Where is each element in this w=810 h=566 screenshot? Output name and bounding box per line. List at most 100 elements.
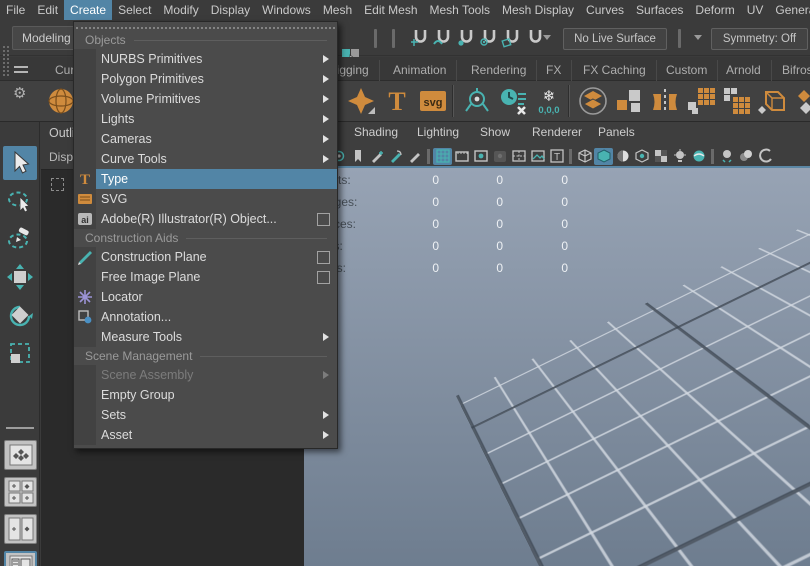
menu-tearoff-handle[interactable] — [76, 22, 335, 29]
panel-menu-lighting[interactable]: Lighting — [417, 125, 459, 139]
symmetry-field[interactable]: Symmetry: Off — [711, 28, 808, 50]
menubar-item-file[interactable]: File — [0, 0, 31, 20]
field-chart-icon[interactable] — [509, 148, 528, 165]
hud-toggle-icon[interactable]: T — [547, 148, 566, 165]
menu-item-body[interactable]: Empty Group — [96, 385, 337, 405]
menu-item-body[interactable]: Measure Tools — [96, 327, 337, 347]
bookmark-icon[interactable] — [348, 148, 367, 165]
sweep-mesh-icon[interactable] — [344, 84, 378, 118]
menu-item-adobe-r-illustrator-r-object[interactable]: ai Adobe(R) Illustrator(R) Object... — [74, 209, 337, 229]
menu-item-svg[interactable]: SVG — [74, 189, 337, 209]
joint-tool-icon[interactable] — [460, 84, 494, 118]
mirror-icon[interactable] — [648, 84, 682, 118]
menu-item-body[interactable]: Free Image Plane — [96, 267, 337, 287]
menu-item-measure-tools[interactable]: Measure Tools — [74, 327, 337, 347]
menu-item-curve-tools[interactable]: Curve Tools — [74, 149, 337, 169]
option-box[interactable] — [317, 212, 330, 226]
menu-item-locator[interactable]: Locator — [74, 287, 337, 307]
menu-item-body[interactable]: Polygon Primitives — [96, 69, 337, 89]
menubar-item-mesh[interactable]: Mesh — [317, 0, 358, 20]
menu-item-empty-group[interactable]: Empty Group — [74, 385, 337, 405]
menubar-item-modify[interactable]: Modify — [157, 0, 204, 20]
motion-trail-icon[interactable] — [386, 148, 405, 165]
move-tool-icon[interactable] — [3, 260, 37, 294]
menu-item-body[interactable]: Annotation... — [96, 307, 337, 327]
combine-icon[interactable] — [576, 84, 610, 118]
svg-tool-icon[interactable]: svg — [416, 84, 450, 118]
two-pane-layout[interactable] — [4, 514, 37, 544]
menu-item-body[interactable]: Locator — [96, 287, 337, 307]
menu-item-body[interactable]: NURBS Primitives — [96, 49, 337, 69]
menu-item-body[interactable]: Cameras — [96, 129, 337, 149]
panel-menu-show[interactable]: Show — [480, 125, 510, 139]
lights-icon[interactable] — [670, 148, 689, 165]
shelf-tab-arnold[interactable]: Arnold — [716, 60, 772, 81]
shelf-tab-bifrost[interactable]: Bifrost — [772, 60, 810, 81]
menu-item-body[interactable]: Sets — [96, 405, 337, 425]
snap-to-grids-icon[interactable] — [408, 26, 431, 50]
type-tool-icon[interactable]: T — [380, 84, 414, 118]
menu-item-sets[interactable]: Sets — [74, 405, 337, 425]
menubar-item-windows[interactable]: Windows — [256, 0, 317, 20]
shelf-tab-rendering[interactable]: Rendering — [461, 60, 538, 81]
menu-item-scene-assembly[interactable]: Scene Assembly — [74, 365, 337, 385]
menubar-item-uv[interactable]: UV — [741, 0, 770, 20]
menu-item-nurbs-primitives[interactable]: NURBS Primitives — [74, 49, 337, 69]
pencil-add-icon[interactable] — [367, 148, 386, 165]
rotate-tool-icon[interactable] — [3, 298, 37, 332]
menubar-item-generate[interactable]: Generate — [769, 0, 810, 20]
shelf-grip[interactable] — [2, 57, 9, 77]
checker-icon[interactable] — [651, 148, 670, 165]
menubar-item-surfaces[interactable]: Surfaces — [630, 0, 689, 20]
option-box[interactable] — [317, 250, 330, 264]
resolution-gate-icon[interactable] — [471, 148, 490, 165]
gate-mask-icon[interactable] — [490, 148, 509, 165]
lit-icon[interactable] — [613, 148, 632, 165]
shaded-icon[interactable] — [594, 147, 613, 165]
single-pane-layout[interactable] — [4, 440, 37, 470]
menu-item-body[interactable]: Curve Tools — [96, 149, 337, 169]
panel-menu-shading[interactable]: Shading — [354, 125, 398, 139]
quad-draw-icon[interactable] — [720, 84, 754, 118]
outliner-filter-icon[interactable] — [51, 178, 64, 191]
lasso-select-tool-icon[interactable] — [3, 184, 37, 218]
pencil-icon[interactable] — [405, 148, 424, 165]
menu-item-polygon-primitives[interactable]: Polygon Primitives — [74, 69, 337, 89]
menu-item-cameras[interactable]: Cameras — [74, 129, 337, 149]
perspective-viewport-panel[interactable]: ViewShadingLightingShowRendererPanels T … — [304, 122, 810, 566]
bevel-icon[interactable] — [756, 84, 790, 118]
gamma-icon[interactable] — [755, 148, 774, 165]
separate-icon[interactable] — [612, 84, 646, 118]
freeze-transform-icon[interactable]: ❄ 0,0,0 — [532, 84, 566, 118]
menu-item-free-image-plane[interactable]: Free Image Plane — [74, 267, 337, 287]
smooth-icon[interactable] — [792, 84, 810, 118]
outliner-persp-layout[interactable] — [4, 551, 37, 566]
menubar-item-edit[interactable]: Edit — [31, 0, 64, 20]
menubar-item-deform[interactable]: Deform — [689, 0, 740, 20]
menu-item-body[interactable]: SVG — [96, 189, 337, 209]
delete-history-icon[interactable] — [496, 84, 530, 118]
textured-icon[interactable] — [632, 148, 651, 165]
menu-item-body[interactable]: Lights — [96, 109, 337, 129]
menu-item-body[interactable]: Asset — [96, 425, 337, 445]
xray-icon[interactable] — [689, 148, 708, 165]
statusline-divider[interactable] — [392, 29, 395, 48]
snap-to-curves-icon[interactable] — [431, 26, 454, 50]
grid-icon[interactable] — [433, 147, 452, 165]
wireframe-icon[interactable] — [575, 148, 594, 165]
gear-icon[interactable]: ⚙ — [13, 86, 32, 101]
panel-menu-renderer[interactable]: Renderer — [532, 125, 582, 139]
statusline-divider[interactable] — [678, 29, 681, 48]
menu-item-volume-primitives[interactable]: Volume Primitives — [74, 89, 337, 109]
menu-item-asset[interactable]: Asset — [74, 425, 337, 445]
shelf-tab-fx-caching[interactable]: FX Caching — [573, 60, 657, 81]
exposure-icon[interactable] — [736, 148, 755, 165]
statusline-divider[interactable] — [374, 29, 377, 48]
chevron-down-icon[interactable] — [694, 35, 702, 40]
menu-item-body[interactable]: Volume Primitives — [96, 89, 337, 109]
image-plane-icon[interactable] — [528, 148, 547, 165]
isolate-select-icon[interactable] — [717, 148, 736, 165]
menubar-item-mesh-tools[interactable]: Mesh Tools — [424, 0, 496, 20]
menubar-item-mesh-display[interactable]: Mesh Display — [496, 0, 580, 20]
snap-to-points-icon[interactable] — [454, 26, 477, 50]
